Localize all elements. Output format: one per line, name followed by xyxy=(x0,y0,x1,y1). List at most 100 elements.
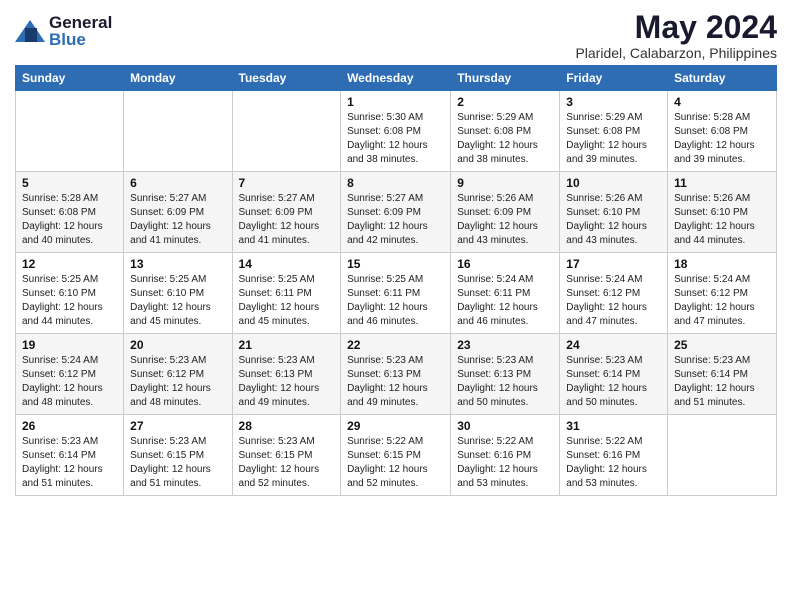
table-row: 9Sunrise: 5:26 AM Sunset: 6:09 PM Daylig… xyxy=(451,172,560,253)
logo-blue-text: Blue xyxy=(49,31,112,48)
day-detail: Sunrise: 5:28 AM Sunset: 6:08 PM Dayligh… xyxy=(22,192,117,248)
day-detail: Sunrise: 5:24 AM Sunset: 6:11 PM Dayligh… xyxy=(457,273,553,329)
table-row xyxy=(16,91,124,172)
day-number: 16 xyxy=(457,257,553,271)
day-number: 15 xyxy=(347,257,444,271)
table-row: 25Sunrise: 5:23 AM Sunset: 6:14 PM Dayli… xyxy=(668,334,777,415)
day-detail: Sunrise: 5:26 AM Sunset: 6:10 PM Dayligh… xyxy=(674,192,770,248)
day-detail: Sunrise: 5:24 AM Sunset: 6:12 PM Dayligh… xyxy=(566,273,661,329)
table-row: 19 Sunrise: 5:24 AM Sunset: 6:12 PM Dayli… xyxy=(16,334,124,415)
table-row: 14Sunrise: 5:25 AM Sunset: 6:11 PM Dayli… xyxy=(232,253,341,334)
day-detail: Sunrise: 5:29 AM Sunset: 6:08 PM Dayligh… xyxy=(457,111,553,167)
table-row: 26 Sunrise: 5:23 AM Sunset: 6:14 PM Dayli… xyxy=(16,415,124,496)
day-number: 5 xyxy=(22,176,117,190)
table-row xyxy=(668,415,777,496)
day-number: 4 xyxy=(674,95,770,109)
table-row: 8 Sunrise: 5:27 AM Sunset: 6:09 PM Daylig… xyxy=(341,172,451,253)
day-number: 7 xyxy=(239,176,335,190)
table-row: 3 Sunrise: 5:29 AM Sunset: 6:08 PM Daylig… xyxy=(560,91,668,172)
header-thursday: Thursday xyxy=(451,66,560,91)
day-number: 8 xyxy=(347,176,444,190)
day-detail: Sunrise: 5:23 AM Sunset: 6:13 PM Dayligh… xyxy=(457,354,553,410)
day-number: 29 xyxy=(347,419,444,433)
calendar-header: Sunday Monday Tuesday Wednesday Thursday… xyxy=(16,66,777,91)
page-header: General Blue May 2024 Plaridel, Calabarz… xyxy=(15,10,777,61)
day-detail: Sunrise: 5:23 AM Sunset: 6:14 PM Dayligh… xyxy=(674,354,770,410)
table-row xyxy=(232,91,341,172)
day-number: 12 xyxy=(22,257,117,271)
day-detail: Sunrise: 5:25 AM Sunset: 6:10 PM Dayligh… xyxy=(130,273,225,329)
table-row: 24 Sunrise: 5:23 AM Sunset: 6:14 PM Dayli… xyxy=(560,334,668,415)
day-detail: Sunrise: 5:24 AM Sunset: 6:12 PM Dayligh… xyxy=(22,354,117,410)
header-saturday: Saturday xyxy=(668,66,777,91)
day-detail: Sunrise: 5:26 AM Sunset: 6:09 PM Dayligh… xyxy=(457,192,553,248)
day-number: 23 xyxy=(457,338,553,352)
calendar-title: May 2024 xyxy=(575,10,777,45)
day-detail: Sunrise: 5:29 AM Sunset: 6:08 PM Dayligh… xyxy=(566,111,661,167)
table-row: 21Sunrise: 5:23 AM Sunset: 6:13 PM Dayli… xyxy=(232,334,341,415)
day-number: 14 xyxy=(239,257,335,271)
table-row: 23 Sunrise: 5:23 AM Sunset: 6:13 PM Dayli… xyxy=(451,334,560,415)
day-detail: Sunrise: 5:25 AM Sunset: 6:11 PM Dayligh… xyxy=(347,273,444,329)
day-number: 27 xyxy=(130,419,225,433)
day-detail: Sunrise: 5:27 AM Sunset: 6:09 PM Dayligh… xyxy=(130,192,225,248)
table-row: 27 Sunrise: 5:23 AM Sunset: 6:15 PM Dayli… xyxy=(124,415,232,496)
table-row: 6 Sunrise: 5:27 AM Sunset: 6:09 PM Daylig… xyxy=(124,172,232,253)
table-row xyxy=(124,91,232,172)
table-row: 5 Sunrise: 5:28 AM Sunset: 6:08 PM Daylig… xyxy=(16,172,124,253)
header-wednesday: Wednesday xyxy=(341,66,451,91)
calendar-subtitle: Plaridel, Calabarzon, Philippines xyxy=(575,45,777,61)
day-detail: Sunrise: 5:23 AM Sunset: 6:13 PM Dayligh… xyxy=(347,354,444,410)
day-detail: Sunrise: 5:26 AM Sunset: 6:10 PM Dayligh… xyxy=(566,192,661,248)
calendar-title-block: May 2024 Plaridel, Calabarzon, Philippin… xyxy=(575,10,777,61)
table-row: 4 Sunrise: 5:28 AM Sunset: 6:08 PM Daylig… xyxy=(668,91,777,172)
day-number: 13 xyxy=(130,257,225,271)
header-friday: Friday xyxy=(560,66,668,91)
table-row: 20Sunrise: 5:23 AM Sunset: 6:12 PM Dayli… xyxy=(124,334,232,415)
day-detail: Sunrise: 5:23 AM Sunset: 6:12 PM Dayligh… xyxy=(130,354,225,410)
table-row: 12Sunrise: 5:25 AM Sunset: 6:10 PM Dayli… xyxy=(16,253,124,334)
day-number: 22 xyxy=(347,338,444,352)
day-number: 19 xyxy=(22,338,117,352)
day-number: 31 xyxy=(566,419,661,433)
day-number: 11 xyxy=(674,176,770,190)
day-detail: Sunrise: 5:23 AM Sunset: 6:14 PM Dayligh… xyxy=(566,354,661,410)
day-number: 28 xyxy=(239,419,335,433)
header-tuesday: Tuesday xyxy=(232,66,341,91)
day-detail: Sunrise: 5:28 AM Sunset: 6:08 PM Dayligh… xyxy=(674,111,770,167)
table-row: 7 Sunrise: 5:27 AM Sunset: 6:09 PM Daylig… xyxy=(232,172,341,253)
calendar-body: 1Sunrise: 5:30 AM Sunset: 6:08 PM Daylig… xyxy=(16,91,777,496)
table-row: 1Sunrise: 5:30 AM Sunset: 6:08 PM Daylig… xyxy=(341,91,451,172)
day-detail: Sunrise: 5:27 AM Sunset: 6:09 PM Dayligh… xyxy=(347,192,444,248)
table-row: 30Sunrise: 5:22 AM Sunset: 6:16 PM Dayli… xyxy=(451,415,560,496)
table-row: 2 Sunrise: 5:29 AM Sunset: 6:08 PM Daylig… xyxy=(451,91,560,172)
day-number: 3 xyxy=(566,95,661,109)
day-detail: Sunrise: 5:22 AM Sunset: 6:16 PM Dayligh… xyxy=(566,435,661,491)
logo-icon xyxy=(15,20,45,42)
day-detail: Sunrise: 5:27 AM Sunset: 6:09 PM Dayligh… xyxy=(239,192,335,248)
header-monday: Monday xyxy=(124,66,232,91)
day-detail: Sunrise: 5:23 AM Sunset: 6:15 PM Dayligh… xyxy=(239,435,335,491)
day-number: 1 xyxy=(347,95,444,109)
day-detail: Sunrise: 5:23 AM Sunset: 6:15 PM Dayligh… xyxy=(130,435,225,491)
table-row: 29 Sunrise: 5:22 AM Sunset: 6:15 PM Dayli… xyxy=(341,415,451,496)
day-detail: Sunrise: 5:23 AM Sunset: 6:14 PM Dayligh… xyxy=(22,435,117,491)
logo-general-text: General xyxy=(49,14,112,31)
day-number: 26 xyxy=(22,419,117,433)
logo: General Blue xyxy=(15,14,112,48)
table-row: 11 Sunrise: 5:26 AM Sunset: 6:10 PM Dayli… xyxy=(668,172,777,253)
day-number: 24 xyxy=(566,338,661,352)
header-sunday: Sunday xyxy=(16,66,124,91)
calendar-table: Sunday Monday Tuesday Wednesday Thursday… xyxy=(15,65,777,496)
table-row: 13 Sunrise: 5:25 AM Sunset: 6:10 PM Dayli… xyxy=(124,253,232,334)
day-number: 6 xyxy=(130,176,225,190)
table-row: 15 Sunrise: 5:25 AM Sunset: 6:11 PM Dayli… xyxy=(341,253,451,334)
day-number: 17 xyxy=(566,257,661,271)
day-number: 30 xyxy=(457,419,553,433)
table-row: 22 Sunrise: 5:23 AM Sunset: 6:13 PM Dayli… xyxy=(341,334,451,415)
day-detail: Sunrise: 5:23 AM Sunset: 6:13 PM Dayligh… xyxy=(239,354,335,410)
table-row: 18Sunrise: 5:24 AM Sunset: 6:12 PM Dayli… xyxy=(668,253,777,334)
day-number: 2 xyxy=(457,95,553,109)
day-detail: Sunrise: 5:22 AM Sunset: 6:15 PM Dayligh… xyxy=(347,435,444,491)
table-row: 16 Sunrise: 5:24 AM Sunset: 6:11 PM Dayli… xyxy=(451,253,560,334)
